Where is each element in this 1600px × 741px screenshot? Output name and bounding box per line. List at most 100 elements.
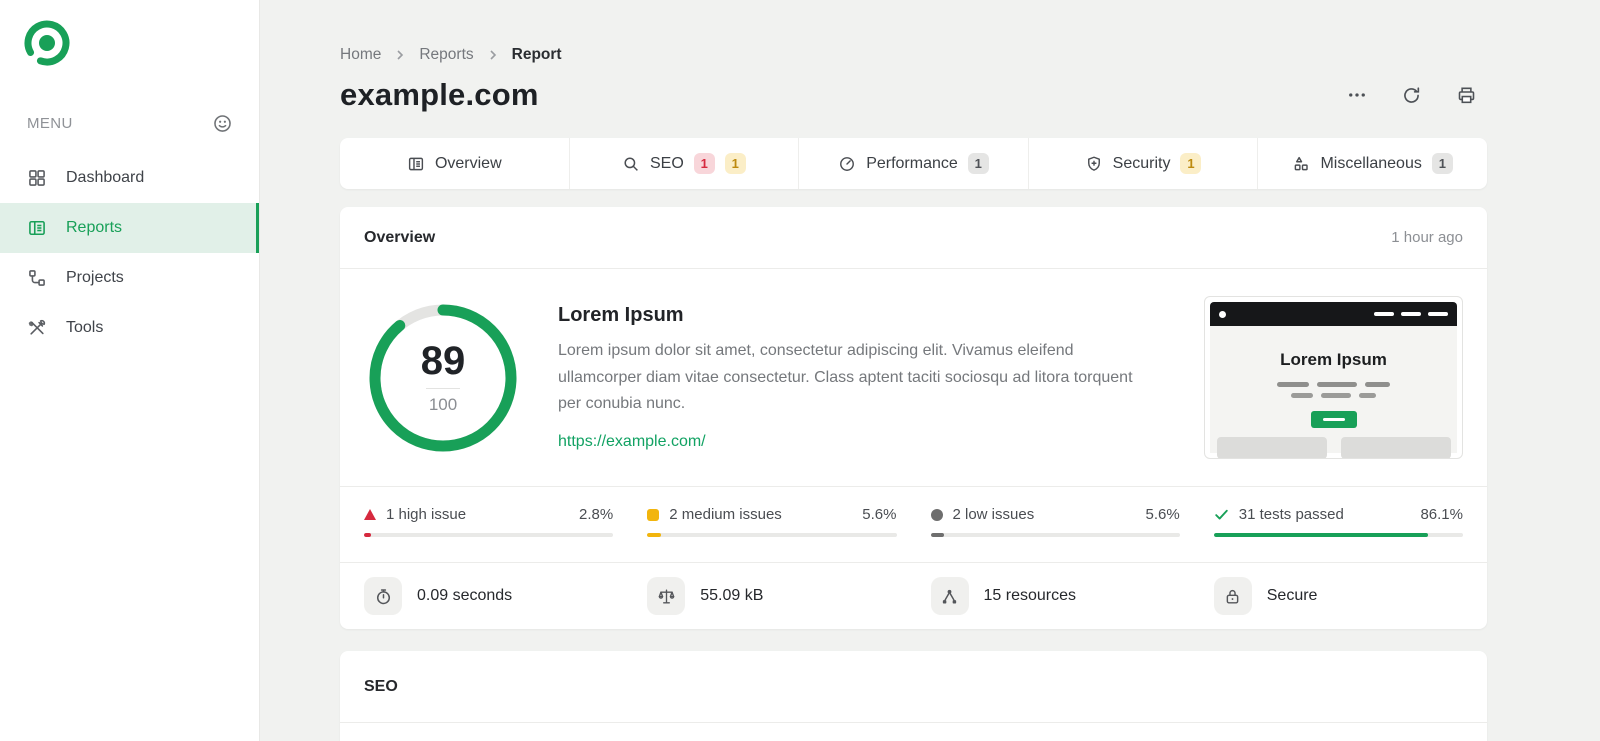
- tab-performance[interactable]: Performance 1: [798, 138, 1028, 189]
- low-progress-fill: [930, 533, 945, 537]
- score-value: 89: [420, 338, 466, 383]
- preview-nav-links: [1374, 312, 1448, 316]
- menu-label: MENU: [27, 114, 73, 132]
- low-issues-badge: 1: [967, 153, 989, 174]
- overview-card: Overview 1 hour ago 89 100 Lorem Ipsum L…: [340, 207, 1487, 629]
- shield-icon: [1085, 155, 1103, 173]
- report-timestamp: 1 hour ago: [1391, 229, 1463, 246]
- issue-percent: 5.6%: [862, 506, 897, 523]
- tab-seo[interactable]: SEO 1 1: [568, 138, 799, 189]
- metrics-row: 0.09 seconds 55.09 kB 15 resources Secur…: [340, 562, 1487, 629]
- breadcrumb-reports[interactable]: Reports: [419, 46, 473, 64]
- metric-label: Secure: [1266, 587, 1318, 604]
- issue-high: 1 high issue 2.8%: [364, 506, 614, 537]
- high-issues-badge: 1: [693, 153, 715, 174]
- medium-severity-icon: [647, 508, 660, 521]
- tab-miscellaneous[interactable]: Miscellaneous 1: [1257, 138, 1487, 189]
- check-icon: [1214, 507, 1229, 522]
- seo-card: SEO: [340, 651, 1487, 741]
- issue-medium: 2 medium issues 5.6%: [647, 506, 897, 537]
- metric-label: 55.09 kB: [700, 587, 764, 604]
- preview-browser-bar: [1210, 302, 1457, 326]
- chevron-right-icon: [394, 49, 406, 61]
- refresh-icon[interactable]: [1401, 85, 1422, 106]
- sidebar-item-dashboard[interactable]: Dashboard: [0, 153, 259, 203]
- preview-heading: Lorem Ipsum: [1280, 350, 1387, 369]
- low-severity-icon: [930, 508, 943, 521]
- search-icon: [622, 155, 640, 173]
- seo-card-body: [340, 723, 1487, 741]
- preview-text-lines: [1277, 382, 1390, 398]
- sitemap-icon: [27, 267, 49, 289]
- shapes-icon: [1292, 155, 1310, 173]
- lock-icon: [1213, 577, 1252, 615]
- scale-icon: [647, 577, 686, 615]
- sidebar-item-tools[interactable]: Tools: [0, 303, 259, 353]
- score-donut: 89 100: [368, 303, 518, 453]
- tools-icon: [27, 317, 49, 339]
- breadcrumb-home[interactable]: Home: [340, 46, 381, 64]
- breadcrumb: Home Reports Report: [340, 46, 1487, 64]
- preview-logo-dot: [1219, 310, 1226, 318]
- main-content: Home Reports Report example.com Overview…: [260, 0, 1600, 741]
- site-url-link[interactable]: https://example.com/: [558, 433, 706, 451]
- issue-percent: 2.8%: [579, 506, 614, 523]
- issues-summary-row: 1 high issue 2.8% 2 medium issues 5.6% 2…: [340, 486, 1487, 562]
- sidebar-nav: Dashboard Reports Projects Tools: [0, 153, 259, 353]
- site-heading: Lorem Ipsum: [558, 304, 684, 327]
- chevron-right-icon: [487, 49, 499, 61]
- medium-issues-badge: 1: [724, 153, 746, 174]
- overview-icon: [407, 155, 425, 173]
- overview-card-title: Overview: [364, 228, 436, 246]
- sidebar-item-projects[interactable]: Projects: [0, 253, 259, 303]
- tab-security[interactable]: Security 1: [1027, 138, 1258, 189]
- print-icon[interactable]: [1456, 85, 1477, 106]
- metric-resources: 15 resources: [930, 577, 1180, 615]
- issue-label: 31 tests passed: [1238, 506, 1344, 523]
- metric-label: 15 resources: [983, 587, 1077, 604]
- breadcrumb-report: Report: [511, 46, 562, 63]
- tab-label: Security: [1112, 154, 1171, 172]
- medium-progress-fill: [647, 533, 662, 537]
- app-window: MENU Dashboard Reports Projects Tools Ho…: [0, 0, 1600, 741]
- metric-label: 0.09 seconds: [417, 587, 513, 604]
- issue-label: 1 high issue: [386, 506, 467, 523]
- sidebar-item-label: Reports: [66, 219, 123, 236]
- tab-label: Performance: [866, 154, 958, 172]
- page-title: example.com: [340, 77, 539, 112]
- issue-percent: 5.6%: [1145, 506, 1180, 523]
- issue-label: 2 low issues: [952, 506, 1035, 523]
- site-preview-thumbnail[interactable]: Lorem Ipsum: [1204, 296, 1463, 459]
- sidebar-item-label: Tools: [66, 319, 104, 336]
- passed-progress-fill: [1213, 533, 1429, 537]
- network-icon: [930, 577, 969, 615]
- issue-percent: 86.1%: [1420, 506, 1463, 523]
- user-face-icon[interactable]: [212, 113, 233, 134]
- grid-icon: [27, 167, 49, 189]
- tab-label: Overview: [434, 154, 502, 172]
- high-severity-icon: [364, 509, 376, 520]
- low-issues-badge: 1: [1431, 153, 1453, 174]
- issue-label: 2 medium issues: [669, 506, 782, 523]
- high-progress-fill: [364, 533, 371, 537]
- score-divider: [426, 387, 460, 389]
- preview-cards: [1216, 437, 1451, 458]
- logo-icon: [24, 20, 70, 66]
- tab-overview[interactable]: Overview: [340, 138, 569, 189]
- more-options-icon[interactable]: [1347, 85, 1367, 105]
- header-actions: [1347, 85, 1487, 106]
- sidebar-item-label: Projects: [66, 269, 124, 286]
- app-logo[interactable]: [0, 0, 259, 71]
- preview-cta-button: [1310, 411, 1357, 428]
- medium-issues-badge: 1: [1180, 153, 1202, 174]
- tab-label: SEO: [649, 154, 684, 172]
- sidebar-item-reports[interactable]: Reports: [0, 203, 259, 253]
- issue-low: 2 low issues 5.6%: [930, 506, 1180, 537]
- sidebar-item-label: Dashboard: [66, 169, 145, 186]
- issue-passed: 31 tests passed 86.1%: [1213, 506, 1463, 537]
- sidebar: MENU Dashboard Reports Projects Tools: [0, 0, 260, 741]
- preview-page: Lorem Ipsum: [1210, 326, 1457, 458]
- speedometer-icon: [838, 155, 856, 173]
- score-max: 100: [428, 394, 458, 414]
- tab-label: Miscellaneous: [1320, 154, 1422, 172]
